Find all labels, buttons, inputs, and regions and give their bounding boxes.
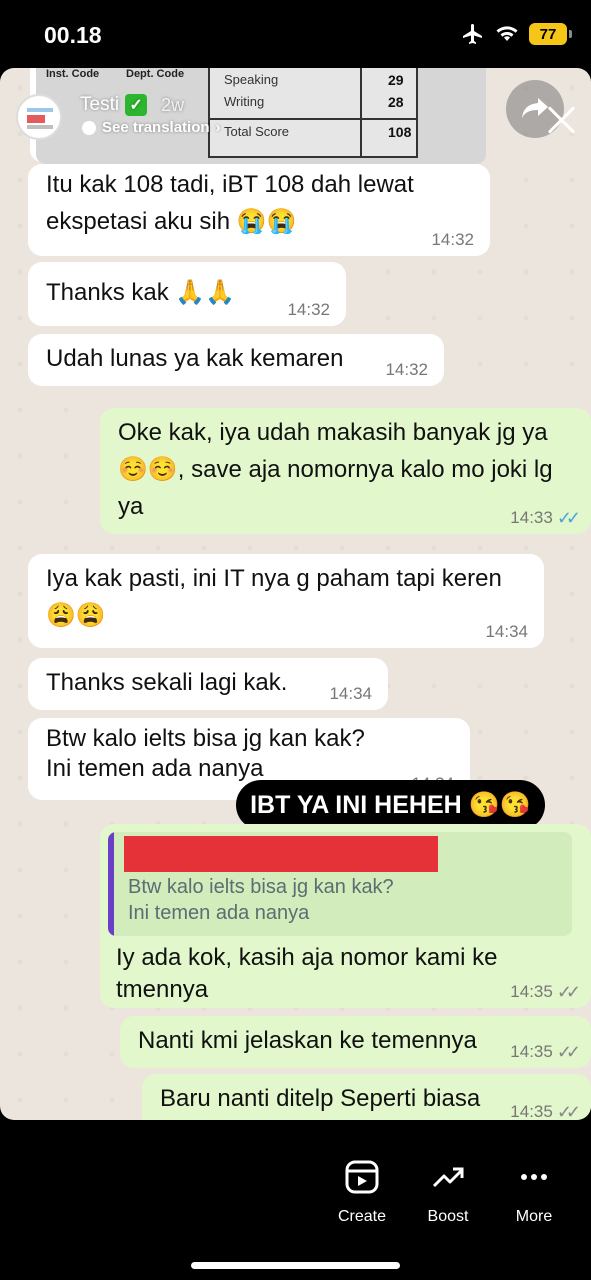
- double-check-icon: ✓✓: [556, 1102, 581, 1120]
- story-action-bar: Create Boost More: [0, 1120, 591, 1280]
- message-text: Oke kak, iya udah makasih banyak jg ya: [118, 419, 548, 446]
- message-text: Udah lunas ya kak kemaren: [46, 345, 344, 372]
- status-icons: 77: [461, 22, 572, 46]
- message-text: 😩😩: [46, 602, 106, 629]
- message-bubble: Oke kak, iya udah makasih banyak jg ya ☺…: [100, 408, 591, 534]
- quoted-line: Ini temen ada nanya: [128, 902, 310, 924]
- message-time: 14:32: [287, 300, 330, 319]
- message-meta: 14:35 ✓✓: [510, 1102, 581, 1120]
- score-report-image: Inst. Code Dept. Code Speaking 29 Writin…: [36, 68, 486, 164]
- message-text: Nanti kmi jelaskan ke temennya: [138, 1027, 477, 1054]
- create-icon: [322, 1160, 402, 1194]
- score-label: Speaking: [224, 72, 279, 87]
- quoted-text: Btw kalo ielts bisa jg kan kak? Ini teme…: [128, 874, 394, 926]
- redacted-name: [124, 836, 438, 872]
- boost-label: Boost: [427, 1208, 469, 1225]
- story-username[interactable]: Testi ✓ 2w: [80, 94, 184, 116]
- message-meta: 14:35 ✓✓: [510, 1042, 581, 1062]
- message-time: 14:34: [329, 684, 372, 703]
- score-value: 28: [388, 94, 404, 110]
- wifi-icon: [496, 26, 518, 41]
- translate-icon: [82, 120, 96, 135]
- close-icon[interactable]: [546, 104, 578, 136]
- quote-accent-bar: [108, 832, 114, 936]
- more-icon: [494, 1160, 574, 1194]
- message-bubble: Itu kak 108 tadi, iBT 108 dah lewat eksp…: [28, 164, 490, 256]
- message-text: tmennya: [116, 976, 209, 1003]
- message-text: Btw kalo ielts bisa jg kan kak?: [46, 725, 365, 752]
- avatar-art: [27, 115, 45, 123]
- quoted-message[interactable]: Btw kalo ielts bisa jg kan kak? Ini teme…: [108, 832, 572, 936]
- message-time: 14:32: [385, 360, 428, 379]
- verified-badge-icon: ✓: [125, 94, 148, 116]
- message-bubble: Thanks kak 🙏🙏 14:32: [28, 262, 346, 326]
- message-text: Thanks kak 🙏🙏: [46, 279, 236, 306]
- boost-icon: [408, 1160, 488, 1194]
- doc-col-inst: Inst. Code: [46, 68, 100, 80]
- message-body: Iy ada kok, kasih aja nomor kami ke tmen…: [116, 942, 498, 1006]
- story-age: 2w: [161, 94, 185, 115]
- home-indicator[interactable]: [191, 1262, 400, 1269]
- score-divider: [210, 118, 416, 120]
- message-meta: 14:33 ✓✓: [510, 508, 581, 528]
- message-time: 14:35: [510, 982, 553, 1001]
- airplane-icon: [463, 24, 482, 44]
- story-frame[interactable]: Inst. Code Dept. Code Speaking 29 Writin…: [0, 68, 591, 1120]
- more-label: More: [515, 1208, 553, 1225]
- score-value: 29: [388, 72, 404, 88]
- chevron-right-icon: ›: [215, 119, 221, 136]
- message-text: Thanks sekali lagi kak.: [46, 669, 288, 696]
- see-translation-link[interactable]: See translation ›: [82, 119, 221, 136]
- message-text: Itu kak 108 tadi, iBT 108 dah lewat: [46, 171, 414, 198]
- double-check-icon: ✓✓: [556, 1042, 581, 1062]
- avatar-art: [27, 125, 53, 129]
- score-box: Speaking 29 Writing 28 Total Score 108: [208, 68, 418, 158]
- doc-col-dept: Dept. Code: [126, 68, 185, 80]
- create-button[interactable]: Create: [322, 1160, 402, 1226]
- battery-level: 77: [539, 25, 557, 43]
- more-button[interactable]: More: [494, 1160, 574, 1226]
- see-translation-label: See translation: [102, 119, 210, 136]
- story-avatar[interactable]: [16, 94, 62, 140]
- double-check-icon: ✓✓: [556, 982, 581, 1002]
- message-time: 14:33: [510, 508, 553, 527]
- create-label: Create: [337, 1208, 387, 1225]
- message-time: 14:34: [485, 622, 528, 641]
- message-text: Iya kak pasti, ini IT nya g paham tapi k…: [46, 565, 502, 592]
- message-bubble: Thanks sekali lagi kak. 14:34: [28, 658, 388, 710]
- score-label: Writing: [224, 94, 265, 109]
- message-bubble: Btw kalo ielts bisa jg kan kak? Ini teme…: [100, 824, 591, 1008]
- message-text: Iy ada kok, kasih aja nomor kami ke: [116, 944, 498, 971]
- boost-button[interactable]: Boost: [408, 1160, 488, 1226]
- username-text: Testi: [80, 94, 120, 115]
- double-check-read-icon: ✓✓: [556, 508, 581, 528]
- story-text-sticker[interactable]: IBT YA INI HEHEH 😘😘: [236, 780, 545, 830]
- message-text: ekspetasi aku sih 😭😭: [46, 208, 297, 235]
- score-divider: [360, 68, 362, 158]
- message-time: 14:35: [510, 1102, 553, 1120]
- score-value: 108: [388, 124, 412, 140]
- score-label: Total Score: [224, 124, 290, 139]
- message-meta: 14:35 ✓✓: [510, 982, 581, 1002]
- message-text: ya: [118, 493, 144, 520]
- avatar-art: [27, 108, 53, 112]
- message-bubble: Udah lunas ya kak kemaren 14:32: [28, 334, 444, 386]
- message-time: 14:32: [431, 230, 474, 249]
- message-text: ☺️☺️, save aja nomornya kalo mo joki lg: [118, 456, 553, 483]
- message-time: 14:35: [510, 1042, 553, 1061]
- status-time: 00.18: [44, 22, 102, 48]
- battery-icon: 77: [529, 23, 572, 45]
- message-bubble: Nanti kmi jelaskan ke temennya 14:35 ✓✓: [120, 1016, 591, 1068]
- status-bar: 00.18 77: [0, 0, 591, 70]
- message-bubble: Baru nanti ditelp Seperti biasa 14:35 ✓✓: [142, 1074, 591, 1120]
- message-bubble: Iya kak pasti, ini IT nya g paham tapi k…: [28, 554, 544, 648]
- quoted-line: Btw kalo ielts bisa jg kan kak?: [128, 876, 394, 898]
